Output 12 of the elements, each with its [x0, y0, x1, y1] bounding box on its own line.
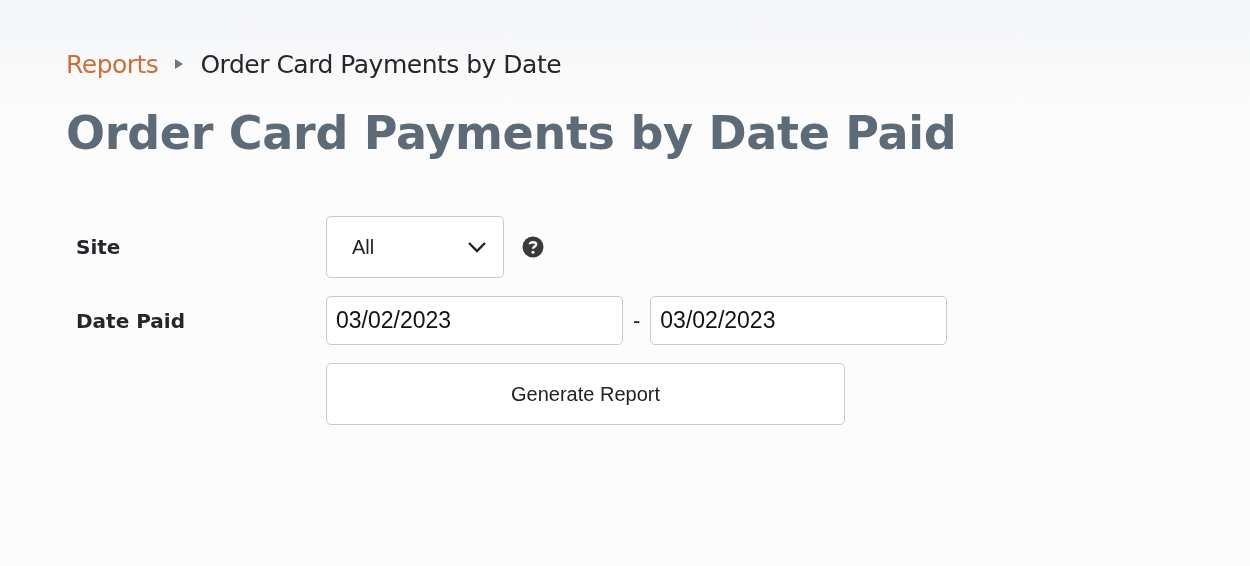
breadcrumb-current: Order Card Payments by Date: [200, 49, 562, 79]
date-to-field[interactable]: 03/02/2023: [650, 296, 948, 345]
field-label: Date Paid: [76, 308, 186, 333]
help-icon[interactable]: [522, 236, 544, 258]
site-select[interactable]: All: [326, 216, 504, 278]
range-separator: -: [633, 307, 641, 334]
date-from-field[interactable]: 03/02/2023: [326, 296, 623, 345]
triangle-icon: [174, 58, 185, 70]
generate-report-button[interactable]: Generate Report: [326, 363, 845, 425]
chevron-down-icon: [467, 241, 487, 253]
page-title: Order Card Payments by Date Paid: [66, 106, 958, 160]
field-label: Site: [76, 235, 122, 259]
